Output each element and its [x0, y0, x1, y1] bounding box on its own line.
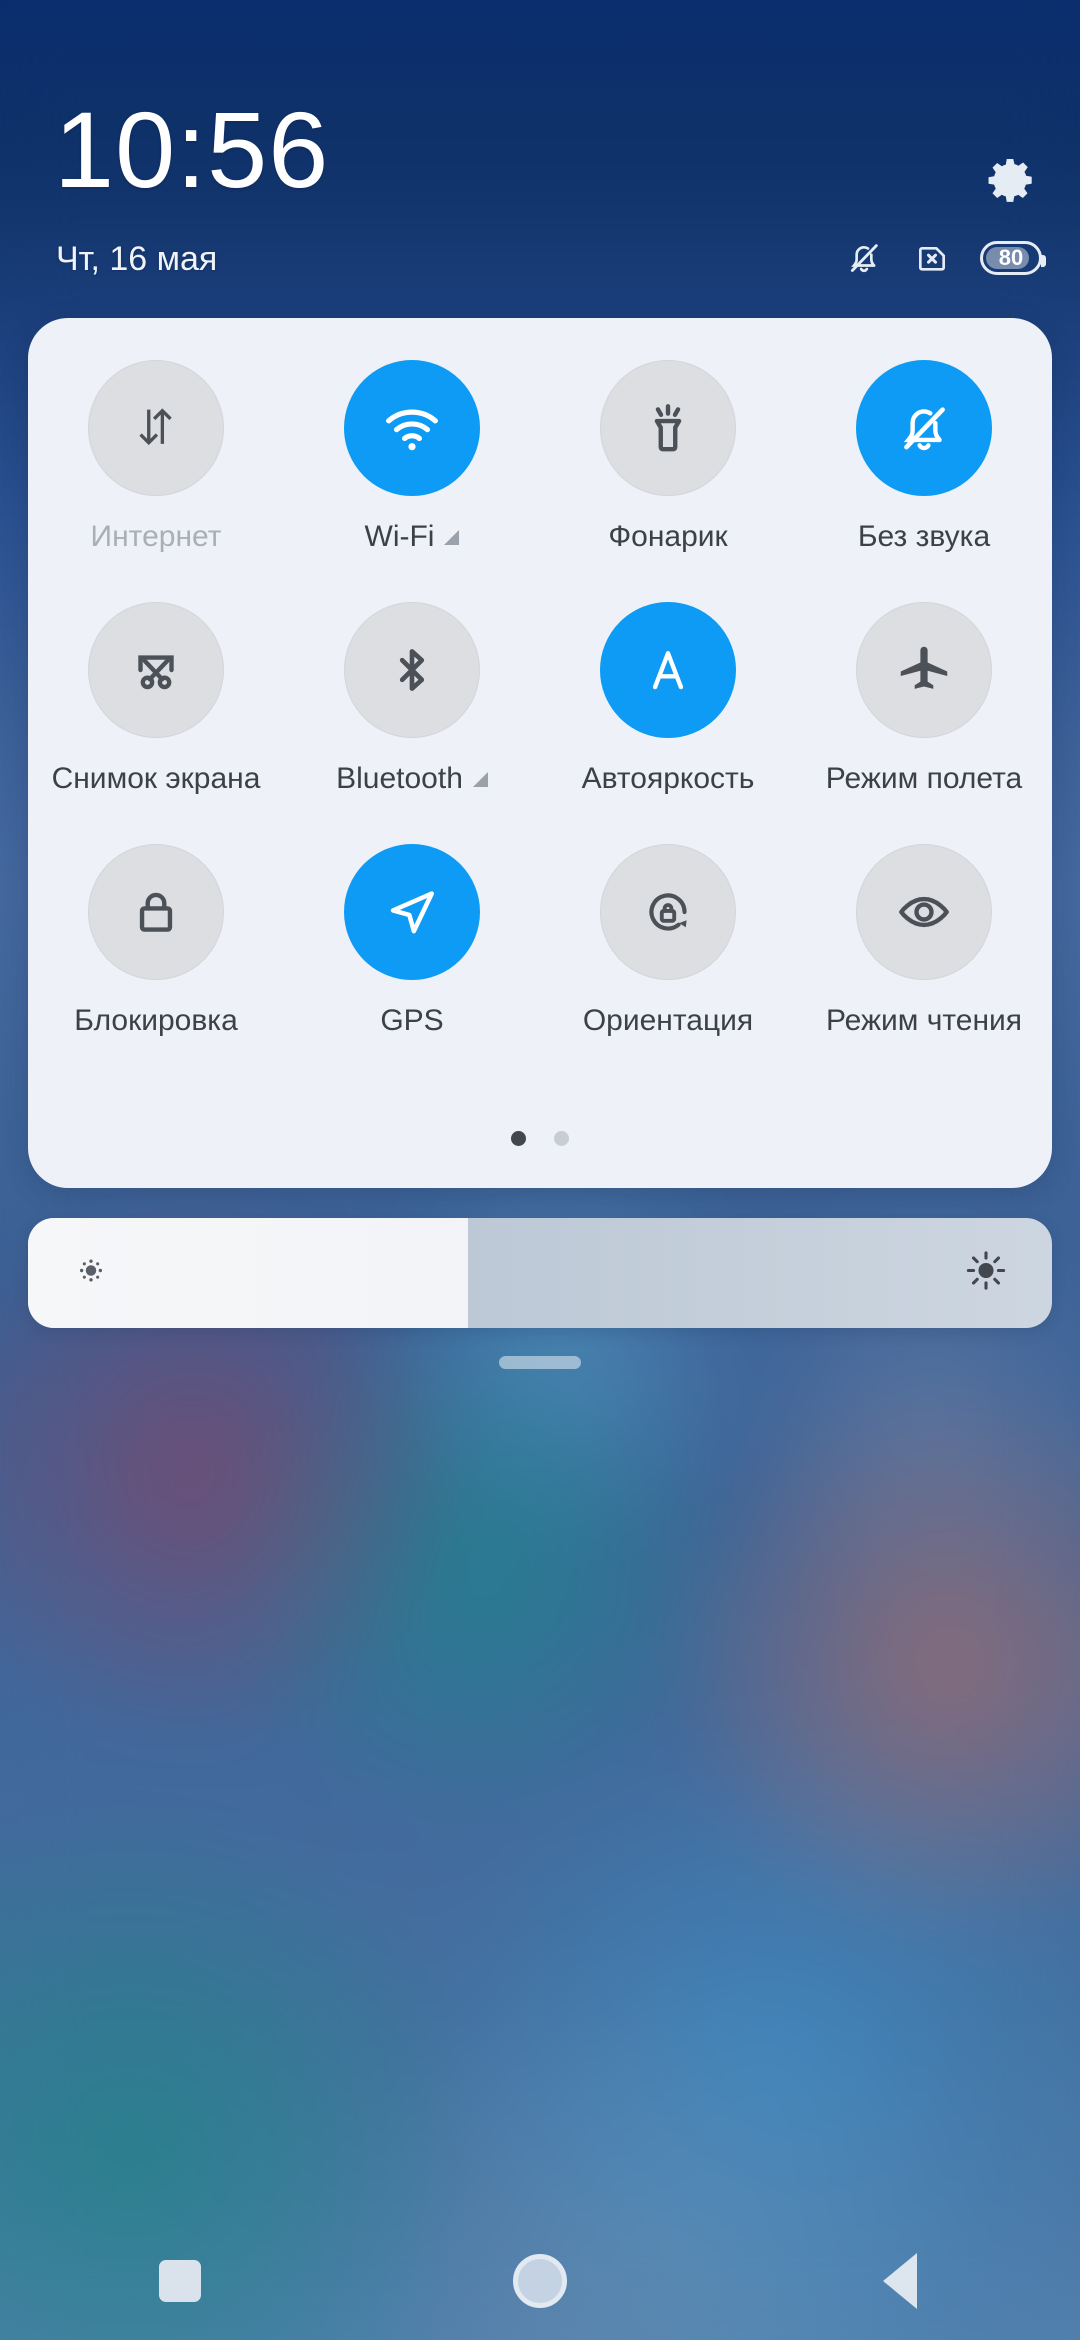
tile-internet[interactable]: Интернет — [28, 360, 284, 554]
gear-icon — [988, 159, 1032, 202]
location-arrow-icon — [390, 891, 434, 934]
tile-auto-brightness[interactable]: Автояркость — [540, 602, 796, 796]
page-indicator — [28, 1131, 1052, 1146]
quick-settings-grid: Интернет Wi-Fi Фонарик Без звука Снимок … — [28, 360, 1052, 1038]
tile-flashlight-circle[interactable] — [600, 360, 736, 496]
tile-silent-label: Без звука — [857, 520, 991, 553]
data-transfer-icon — [139, 408, 172, 446]
tile-screenshot[interactable]: Снимок экрана — [28, 602, 284, 796]
auto-brightness-icon — [652, 651, 684, 690]
screenshot-icon — [138, 655, 174, 690]
brightness-slider[interactable] — [28, 1218, 1052, 1328]
tile-gps-circle[interactable] — [344, 844, 480, 980]
tile-wifi-circle[interactable] — [344, 360, 480, 496]
tile-reading-mode[interactable]: Режим чтения — [796, 844, 1052, 1038]
recents-button[interactable] — [95, 2222, 265, 2340]
tile-screenshot-circle[interactable] — [88, 602, 224, 738]
tile-orientation[interactable]: Ориентация — [540, 844, 796, 1038]
tile-internet-circle[interactable] — [88, 360, 224, 496]
navigation-bar — [0, 2222, 1080, 2340]
back-button[interactable] — [815, 2222, 985, 2340]
tile-flashlight-label: Фонарик — [608, 520, 728, 553]
tile-auto-brightness-circle[interactable] — [600, 602, 736, 738]
battery-percent: 80 — [998, 245, 1024, 270]
home-button[interactable] — [455, 2222, 625, 2340]
status-bar: 10:56 Чт, 16 мая 80 — [0, 0, 1080, 330]
tile-lock-label: Блокировка — [74, 1004, 238, 1037]
bluetooth-icon — [399, 649, 425, 691]
brightness-low-icon — [74, 1254, 108, 1293]
tile-silent-circle[interactable] — [856, 360, 992, 496]
panel-drag-handle[interactable] — [499, 1356, 581, 1369]
control-center-panel: Интернет Wi-Fi Фонарик Без звука Снимок … — [28, 318, 1052, 1188]
square-icon — [159, 2260, 201, 2302]
eye-icon — [899, 896, 949, 928]
tile-auto-brightness-label: Автояркость — [581, 762, 755, 795]
page-dot-1[interactable] — [511, 1131, 526, 1146]
bell-muted-icon — [903, 407, 945, 451]
brightness-high-icon — [964, 1249, 1008, 1298]
flashlight-icon — [654, 404, 682, 452]
tile-bluetooth[interactable]: Bluetooth — [284, 602, 540, 796]
sim-card-missing-icon — [919, 247, 945, 271]
settings-gear-button[interactable] — [982, 152, 1038, 213]
tile-bluetooth-circle[interactable] — [344, 602, 480, 738]
tile-silent[interactable]: Без звука — [796, 360, 1052, 554]
tile-gps[interactable]: GPS — [284, 844, 540, 1038]
tile-airplane-mode-label: Режим полета — [825, 762, 1023, 795]
tile-reading-mode-circle[interactable] — [856, 844, 992, 980]
tile-airplane-mode[interactable]: Режим полета — [796, 602, 1052, 796]
triangle-left-icon — [883, 2253, 917, 2309]
tile-bluetooth-label: Bluetooth — [336, 762, 488, 796]
status-icons: 80 — [844, 238, 1046, 278]
tile-orientation-label: Ориентация — [582, 1004, 754, 1037]
tile-lock[interactable]: Блокировка — [28, 844, 284, 1038]
expand-triangle-icon[interactable] — [444, 529, 460, 545]
tile-flashlight[interactable]: Фонарик — [540, 360, 796, 554]
expand-triangle-icon[interactable] — [472, 771, 488, 787]
tile-screenshot-label: Снимок экрана — [51, 762, 261, 795]
tile-lock-circle[interactable] — [88, 844, 224, 980]
tile-internet-label: Интернет — [90, 520, 222, 553]
page-dot-2[interactable] — [554, 1131, 569, 1146]
tile-airplane-mode-circle[interactable] — [856, 602, 992, 738]
battery-indicator: 80 — [980, 241, 1046, 275]
clock-time: 10:56 — [54, 89, 330, 210]
tile-orientation-circle[interactable] — [600, 844, 736, 980]
clock-date: Чт, 16 мая — [56, 240, 218, 278]
tile-wifi[interactable]: Wi-Fi — [284, 360, 540, 554]
notifications-muted-icon — [850, 244, 878, 273]
airplane-icon — [900, 646, 948, 689]
rotation-lock-icon — [649, 893, 687, 931]
tile-wifi-label: Wi-Fi — [365, 520, 460, 554]
wifi-icon — [386, 409, 438, 451]
tile-reading-mode-label: Режим чтения — [825, 1004, 1023, 1037]
tile-gps-label: GPS — [380, 1004, 444, 1037]
lock-icon — [139, 892, 173, 932]
circle-icon — [513, 2254, 567, 2308]
